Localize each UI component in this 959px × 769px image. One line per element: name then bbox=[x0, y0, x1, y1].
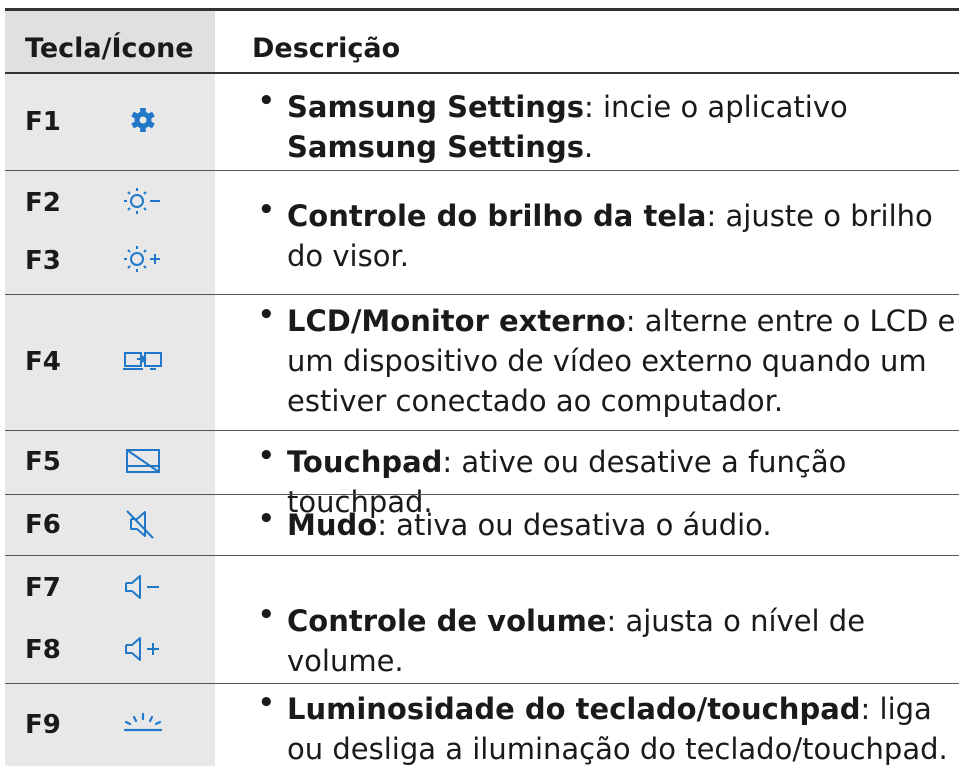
row-description: Controle de volume: ajusta o nível de vo… bbox=[287, 604, 866, 678]
keyboard-backlight-icon bbox=[123, 708, 163, 740]
table-row: F1 • Samsung Settings: incie o aplicativ… bbox=[5, 74, 959, 171]
volume-up-icon bbox=[123, 633, 163, 665]
brightness-up-icon bbox=[123, 243, 163, 275]
volume-down-icon bbox=[123, 571, 163, 603]
table-row: F9 • Luminosidade do teclado/touchpad: l… bbox=[5, 684, 959, 766]
row-description: LCD/Monitor externo: alterne entre o LCD… bbox=[287, 304, 956, 418]
display-switch-icon bbox=[123, 345, 163, 377]
table-row: F5 • Touchpad: ative ou desative a funçã… bbox=[5, 431, 959, 519]
key-label: F5 bbox=[25, 447, 61, 477]
mute-icon bbox=[123, 508, 163, 540]
row-description: Mudo: ativa ou desativa o áudio. bbox=[287, 508, 772, 542]
table-row: F2 F3 • Controle do brilho da tela: ajus… bbox=[5, 171, 959, 295]
table-row: F7 F8 • Controle de volume: ajusta o nív… bbox=[5, 556, 959, 684]
table-row: F4 • LCD/Monitor externo: alterne entre … bbox=[5, 295, 959, 431]
table-row: F6 • Mudo: ativa ou desativa o áudio. bbox=[5, 495, 959, 556]
key-label: F8 bbox=[25, 635, 61, 665]
key-label: F4 bbox=[25, 347, 61, 377]
brightness-down-icon bbox=[123, 185, 163, 217]
table-header: Tecla/Ícone Descrição bbox=[5, 11, 959, 74]
row-description: Luminosidade do teclado/touchpad: liga o… bbox=[287, 692, 948, 766]
key-label: F1 bbox=[25, 107, 61, 137]
header-description: Descrição bbox=[252, 33, 401, 64]
key-label: F6 bbox=[25, 510, 61, 540]
key-label: F2 bbox=[25, 188, 61, 218]
key-label: F7 bbox=[25, 573, 61, 603]
key-label: F9 bbox=[25, 710, 61, 740]
key-label: F3 bbox=[25, 246, 61, 276]
row-description: Controle do brilho da tela: ajuste o bri… bbox=[287, 199, 933, 273]
row-description: Samsung Settings: incie o aplicativo Sam… bbox=[287, 90, 848, 164]
header-key-icon: Tecla/Ícone bbox=[25, 33, 194, 64]
gear-icon bbox=[123, 104, 163, 136]
touchpad-off-icon bbox=[123, 446, 163, 478]
